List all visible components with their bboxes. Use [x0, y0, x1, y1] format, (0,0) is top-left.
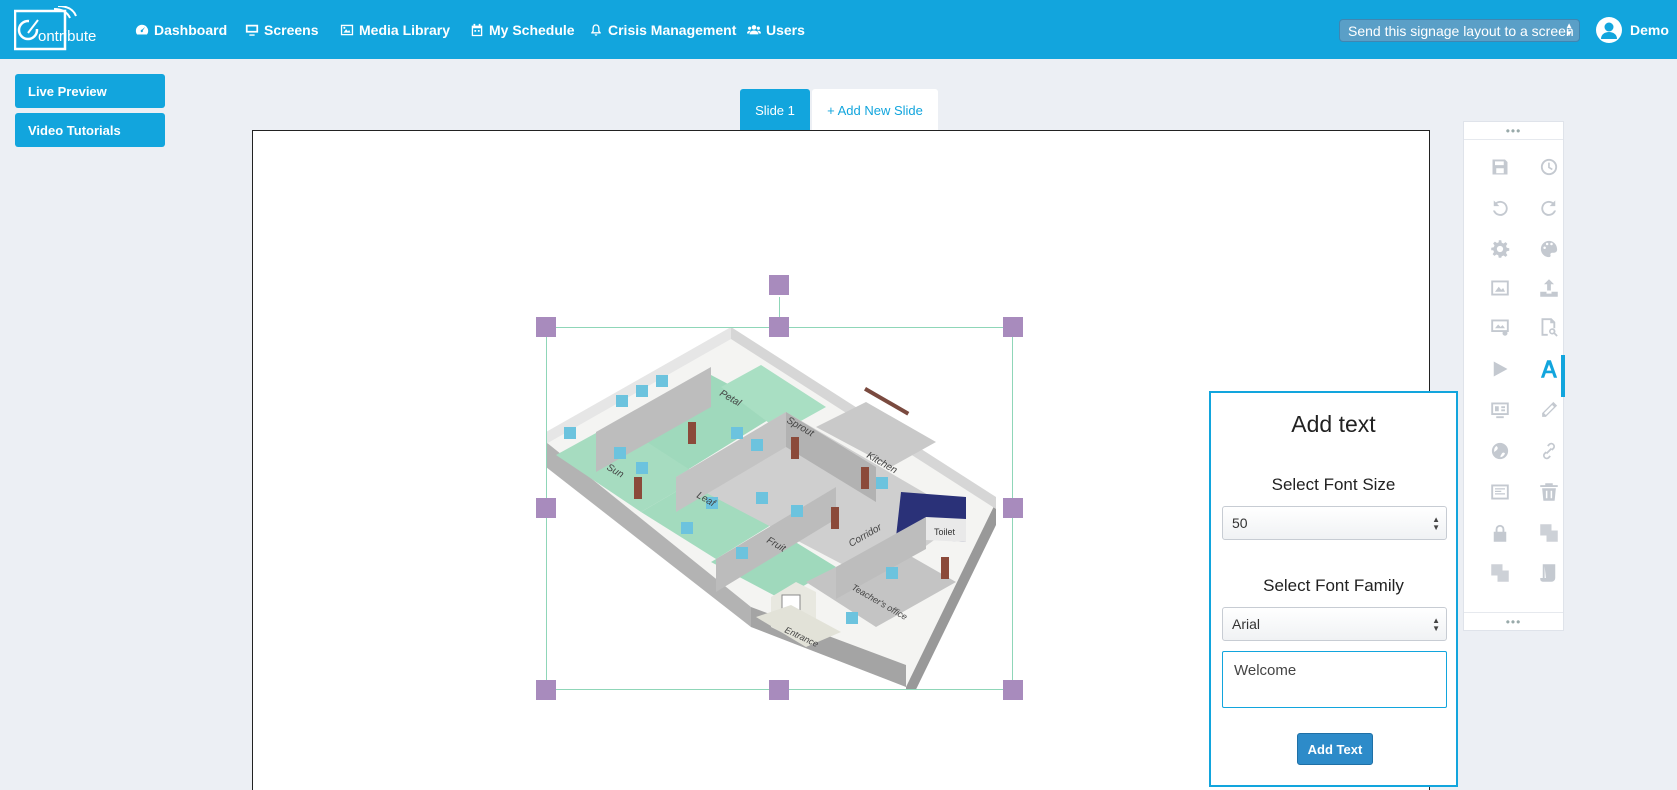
redo-icon[interactable] — [1538, 197, 1560, 219]
palette-icon[interactable] — [1538, 238, 1560, 260]
nav-users-label: Users — [766, 21, 805, 38]
layers-back-icon[interactable] — [1489, 562, 1511, 584]
nav-media-library[interactable]: Media Library — [340, 0, 450, 59]
settings-icon[interactable] — [1489, 238, 1511, 260]
nav-screens[interactable]: Screens — [245, 0, 318, 59]
undo-icon[interactable] — [1489, 197, 1511, 219]
dashboard-icon — [135, 24, 149, 35]
script-icon[interactable] — [1538, 562, 1560, 584]
nav-my-schedule[interactable]: My Schedule — [470, 0, 575, 59]
nav-my-schedule-label: My Schedule — [489, 21, 575, 38]
globe-icon[interactable] — [1489, 440, 1511, 462]
nav-dashboard-label: Dashboard — [154, 21, 228, 38]
contribute-logo[interactable]: ontribute — [14, 6, 104, 52]
resize-handle-bottom-right[interactable] — [1003, 680, 1023, 700]
font-family-select[interactable]: Arial ▲ ▼ — [1222, 607, 1447, 641]
user-icon — [1601, 22, 1617, 39]
users-icon — [747, 24, 761, 34]
trash-icon[interactable] — [1538, 481, 1560, 503]
nav-screens-label: Screens — [264, 21, 319, 38]
video-tutorials-button[interactable]: Video Tutorials — [15, 113, 165, 147]
select-arrows-icon: ▲ ▼ — [1432, 616, 1440, 633]
resize-handle-left[interactable] — [536, 498, 556, 518]
layout-icon[interactable] — [1489, 481, 1511, 503]
save-icon[interactable] — [1489, 156, 1511, 178]
font-size-label: Select Font Size — [1271, 475, 1396, 494]
lock-icon[interactable] — [1489, 522, 1511, 544]
image-settings-icon[interactable] — [1489, 316, 1511, 338]
add-new-slide-button[interactable]: + Add New Slide — [812, 89, 938, 131]
font-family-value: Arial — [1232, 616, 1261, 632]
resize-handle-top-right[interactable] — [1003, 317, 1023, 337]
pencil-icon[interactable] — [1538, 399, 1560, 421]
layers-forward-icon[interactable] — [1538, 522, 1560, 544]
calendar-icon — [471, 23, 483, 36]
font-size-select[interactable]: 50 ▲ ▼ — [1222, 506, 1447, 540]
nav-crisis-management-label: Crisis Management — [608, 21, 737, 38]
image-icon — [340, 24, 354, 35]
image-icon[interactable] — [1489, 277, 1511, 299]
send-to-screen-label: Send this signage layout to a screen — [1348, 22, 1574, 39]
monitor-icon — [245, 24, 259, 36]
nav-crisis-management[interactable]: Crisis Management — [589, 0, 736, 59]
history-icon[interactable] — [1538, 156, 1560, 178]
resize-handle-bottom-left[interactable] — [536, 680, 556, 700]
toolbar-bottom-grip[interactable]: ••• — [1464, 612, 1563, 630]
add-text-panel: Add text Select Font Size 50 ▲ ▼ Select F… — [1209, 391, 1458, 787]
nav-media-library-label: Media Library — [359, 21, 451, 38]
zoom-icon[interactable] — [1538, 316, 1560, 338]
user-name[interactable]: Demo — [1630, 0, 1669, 59]
widget-icon[interactable] — [1489, 399, 1511, 421]
resize-handle-top-left[interactable] — [536, 317, 556, 337]
resize-handle-right[interactable] — [1003, 498, 1023, 518]
text-icon[interactable] — [1538, 358, 1560, 380]
logo-text: ontribute — [38, 28, 96, 45]
nav-users[interactable]: Users — [747, 0, 805, 59]
avatar[interactable] — [1596, 17, 1622, 43]
bell-icon — [591, 23, 601, 36]
resize-handle-bottom[interactable] — [769, 680, 789, 700]
panel-title: Add text — [1291, 411, 1376, 437]
rotate-handle[interactable] — [769, 275, 789, 295]
upload-icon[interactable] — [1538, 277, 1560, 299]
select-arrows-icon: ▲ ▼ — [1565, 21, 1573, 38]
active-tool-indicator — [1561, 355, 1565, 397]
send-to-screen-select[interactable]: Send this signage layout to a screen ▲ ▼ — [1339, 19, 1580, 42]
editor-toolbar: ••• ••• — [1463, 121, 1565, 631]
font-family-label: Select Font Family — [1263, 576, 1404, 595]
link-icon[interactable] — [1538, 440, 1560, 462]
resize-handle-top[interactable] — [769, 317, 789, 337]
selection-box — [546, 327, 1013, 690]
font-size-value: 50 — [1232, 515, 1248, 531]
top-navbar: ontribute Dashboard Screens Media Librar… — [0, 0, 1677, 59]
add-text-button[interactable]: Add Text — [1297, 733, 1373, 765]
nav-dashboard[interactable]: Dashboard — [135, 0, 227, 59]
toolbar-top-grip[interactable]: ••• — [1464, 122, 1563, 140]
play-icon[interactable] — [1489, 358, 1511, 380]
select-arrows-icon: ▲ ▼ — [1432, 515, 1440, 532]
tab-slide-1[interactable]: Slide 1 — [740, 89, 810, 131]
live-preview-button[interactable]: Live Preview — [15, 74, 165, 108]
text-input[interactable]: Welcome — [1222, 651, 1447, 708]
